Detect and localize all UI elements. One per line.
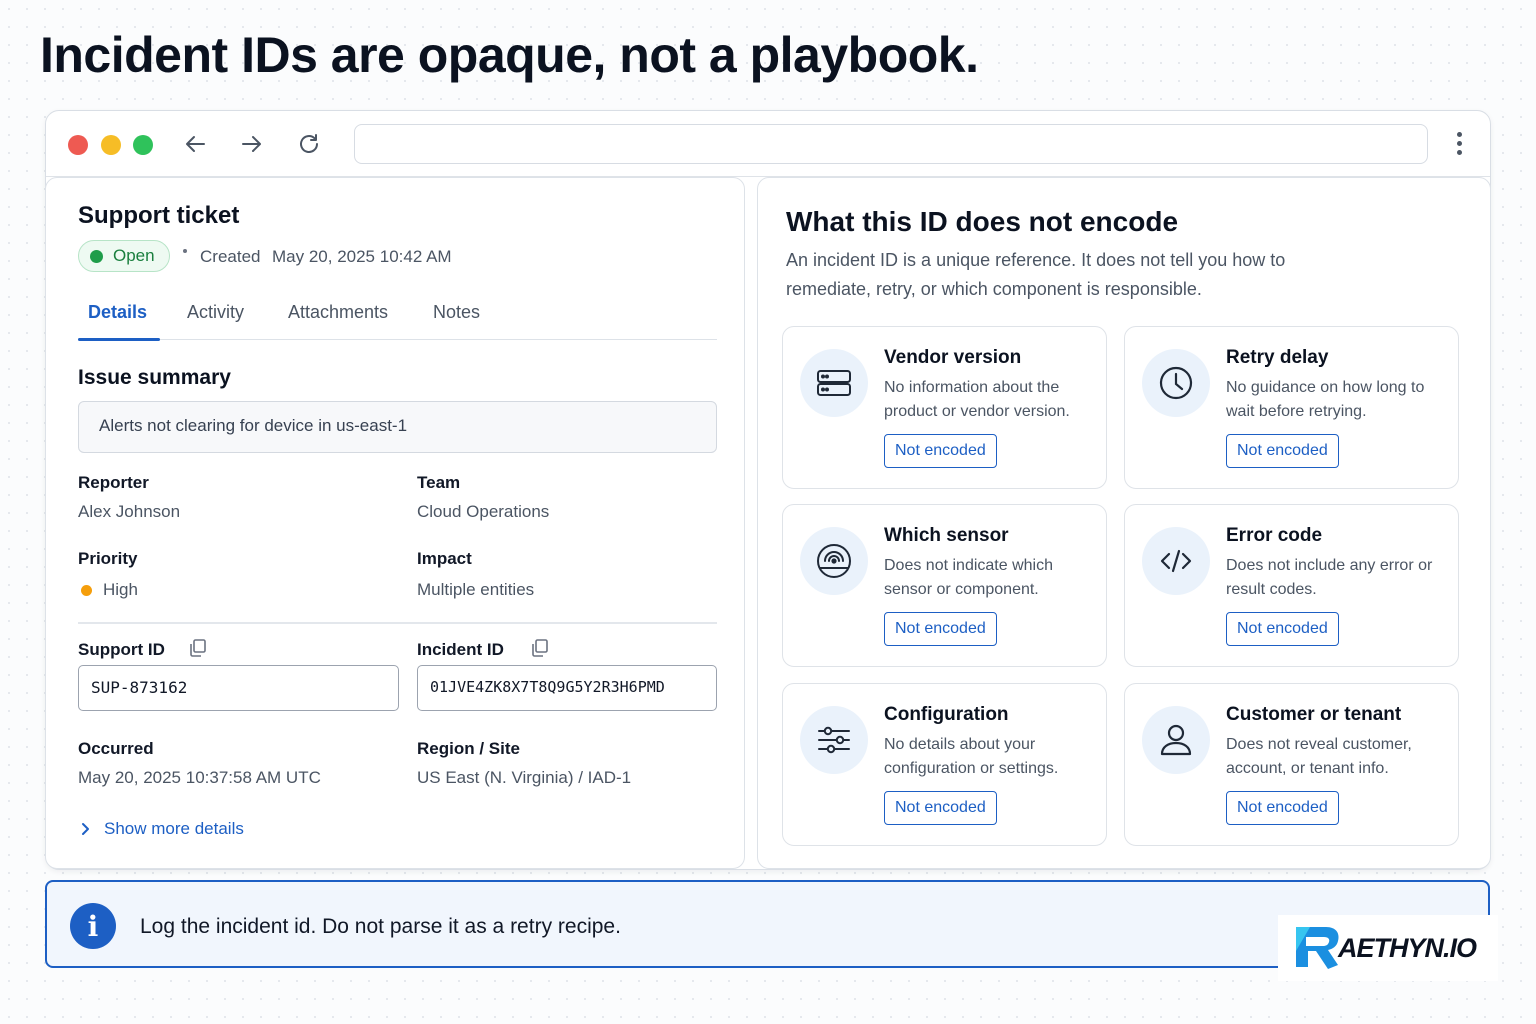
ticket-title: Support ticket <box>78 202 240 229</box>
created-date: May 20, 2025 10:42 AM <box>272 247 452 266</box>
status-dot <box>90 249 103 263</box>
priority-label: Priority <box>78 549 138 568</box>
tab-notes[interactable]: Notes <box>433 302 480 323</box>
more-options-icon[interactable] <box>1452 130 1466 160</box>
tab-activity[interactable]: Activity <box>187 302 244 323</box>
close-window-button[interactable] <box>68 135 88 155</box>
card-description: Does not include any error or result cod… <box>1226 557 1433 598</box>
incident-id-field[interactable]: 01JVE4ZK8X7T8Q9G5Y2R3H6PMD <box>417 665 717 711</box>
info-banner: i Log the incident id. Do not parse it a… <box>45 880 1490 968</box>
chevron-right-icon <box>82 823 89 835</box>
card-description: Does not reveal customer, account, or te… <box>1226 736 1412 777</box>
issue-summary-title: Issue summary <box>78 366 231 389</box>
team-value: Cloud Operations <box>417 502 550 521</box>
section-divider <box>78 622 717 624</box>
card-description: No guidance on how long to wait before r… <box>1226 379 1425 420</box>
card-vendor-version: Vendor version No information about the … <box>782 326 1107 489</box>
show-more-details-link[interactable]: Show more details <box>78 819 244 839</box>
copy-incident-id-icon[interactable] <box>530 638 550 658</box>
card-configuration: Configuration No details about your conf… <box>782 683 1107 846</box>
card-title: Configuration <box>884 704 1009 725</box>
support-id-field[interactable]: SUP-873162 <box>78 665 399 711</box>
card-customer-tenant: Customer or tenant Does not reveal custo… <box>1124 683 1459 846</box>
maximize-window-button[interactable] <box>133 135 153 155</box>
card-title: Which sensor <box>884 525 1009 546</box>
clock-icon <box>1142 349 1210 417</box>
banner-message: Log the incident id. Do not parse it as … <box>140 915 621 938</box>
card-title: Retry delay <box>1226 347 1329 368</box>
card-which-sensor: Which sensor Does not indicate which sen… <box>782 504 1107 667</box>
team-label: Team <box>417 473 461 492</box>
sliders-icon <box>800 706 868 774</box>
back-arrow-icon[interactable] <box>183 131 209 157</box>
support-ticket-panel: Support ticket Open Created May 20, 2025… <box>45 177 745 869</box>
reload-icon[interactable] <box>296 131 322 157</box>
impact-value: Multiple entities <box>417 580 535 599</box>
not-encoded-badge: Not encoded <box>1226 612 1339 646</box>
support-id-label: Support ID <box>78 640 165 659</box>
not-encoded-title: What this ID does not encode <box>786 206 1179 237</box>
status-label: Open <box>113 246 155 265</box>
reporter-label: Reporter <box>78 473 149 492</box>
region-label: Region / Site <box>417 739 520 758</box>
card-title: Error code <box>1226 525 1323 546</box>
reporter-value: Alex Johnson <box>78 502 181 521</box>
occurred-value: May 20, 2025 10:37:58 AM UTC <box>78 768 321 787</box>
sensor-icon <box>800 527 868 595</box>
not-encoded-badge: Not encoded <box>884 434 997 468</box>
not-encoded-badge: Not encoded <box>1226 434 1339 468</box>
card-retry-delay: Retry delay No guidance on how long to w… <box>1124 326 1459 489</box>
priority-value: High <box>103 580 138 599</box>
card-description: No details about your configuration or s… <box>884 736 1059 777</box>
server-icon <box>800 349 868 417</box>
card-description: No information about the product or vend… <box>884 379 1070 420</box>
impact-label: Impact <box>417 549 472 568</box>
not-encoded-panel: What this ID does not encode An incident… <box>757 177 1491 869</box>
issue-summary-field[interactable]: Alerts not clearing for device in us-eas… <box>78 401 717 453</box>
info-icon: i <box>70 903 116 949</box>
separator-dot <box>183 249 187 253</box>
not-encoded-badge: Not encoded <box>884 791 997 825</box>
brand-logo: AETHYN.IO <box>1278 915 1498 981</box>
incident-id-label: Incident ID <box>417 640 504 659</box>
status-badge: Open <box>78 240 170 272</box>
logo-text: AETHYN.IO <box>1338 932 1477 963</box>
copy-support-id-icon[interactable] <box>188 638 208 658</box>
region-value: US East (N. Virginia) / IAD-1 <box>417 768 632 787</box>
occurred-label: Occurred <box>78 739 154 758</box>
user-icon <box>1142 706 1210 774</box>
priority-dot <box>81 585 92 596</box>
minimize-window-button[interactable] <box>101 135 121 155</box>
card-title: Customer or tenant <box>1226 704 1402 725</box>
page-headline: Incident IDs are opaque, not a playbook. <box>40 27 979 83</box>
code-icon <box>1142 527 1210 595</box>
ticket-tabs: Details Activity Attachments Notes <box>78 298 717 341</box>
active-tab-indicator <box>78 338 160 341</box>
tab-attachments[interactable]: Attachments <box>288 302 388 323</box>
not-encoded-description: An incident ID is a unique reference. It… <box>786 250 1286 299</box>
not-encoded-badge: Not encoded <box>1226 791 1339 825</box>
card-description: Does not indicate which sensor or compon… <box>884 557 1053 598</box>
forward-arrow-icon[interactable] <box>238 131 264 157</box>
card-error-code: Error code Does not include any error or… <box>1124 504 1459 667</box>
created-label: Created <box>200 247 261 266</box>
browser-toolbar <box>46 111 1490 177</box>
card-title: Vendor version <box>884 347 1022 368</box>
show-more-label: Show more details <box>104 819 244 838</box>
tab-details[interactable]: Details <box>88 302 147 323</box>
not-encoded-badge: Not encoded <box>884 612 997 646</box>
address-bar[interactable] <box>354 124 1428 164</box>
